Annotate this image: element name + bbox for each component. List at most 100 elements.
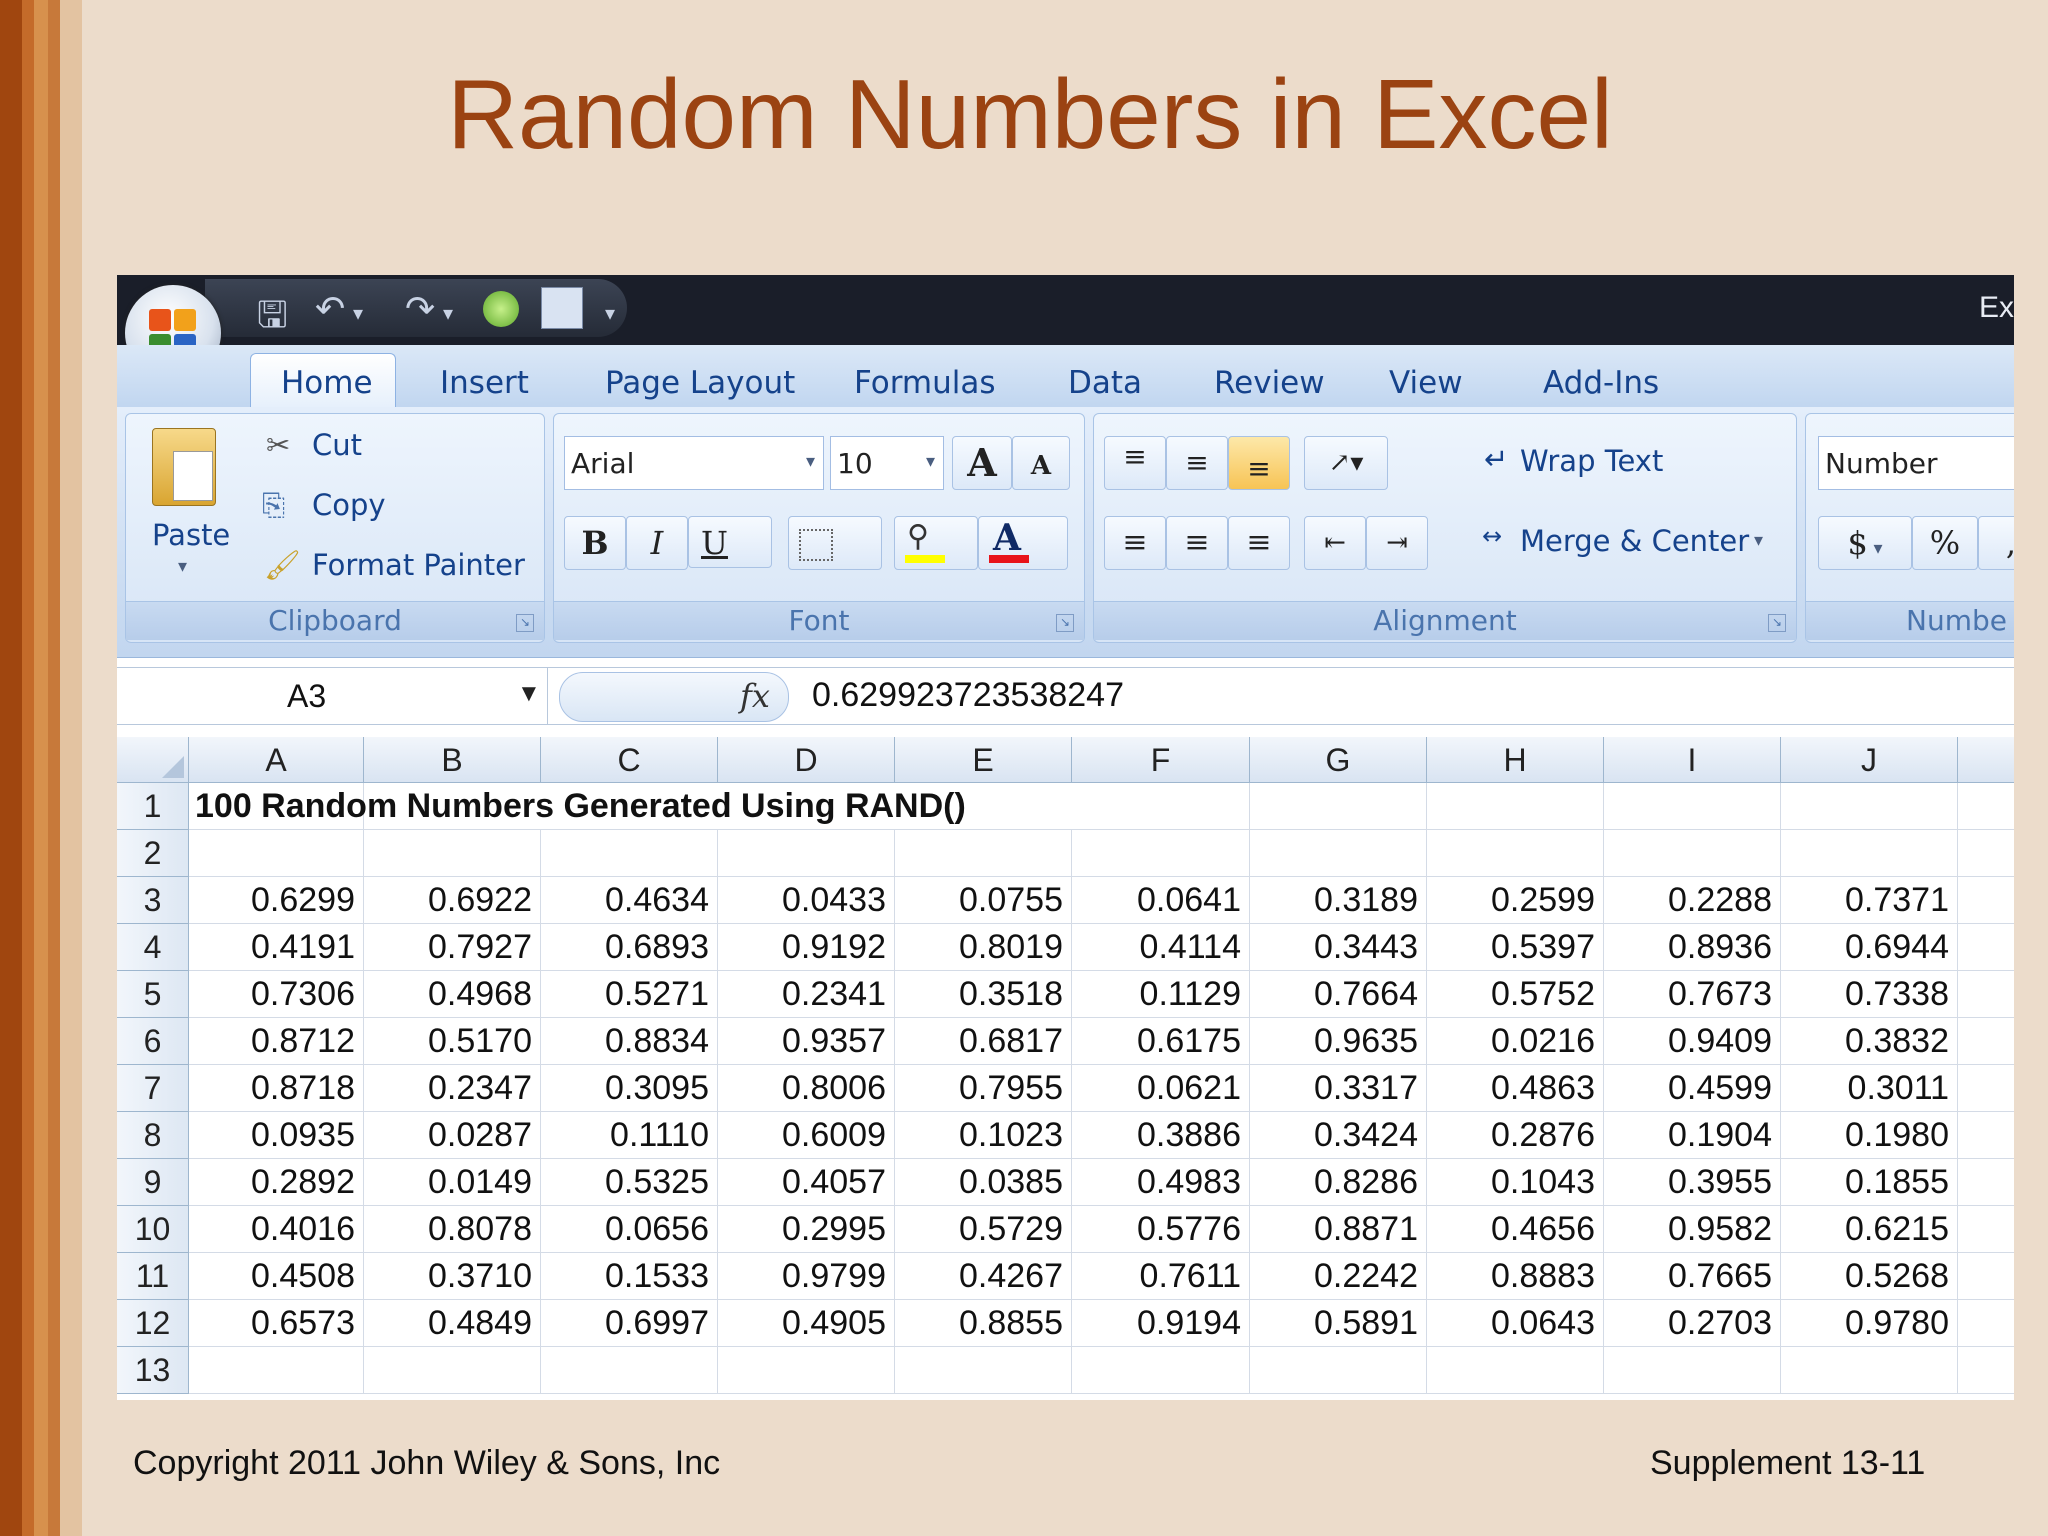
cell[interactable]	[1781, 783, 1958, 830]
column-header-a[interactable]: A	[189, 737, 364, 783]
column-header-h[interactable]: H	[1427, 737, 1604, 783]
cell[interactable]: 0.0656	[541, 1206, 718, 1253]
cell[interactable]	[1958, 1065, 2014, 1112]
cell[interactable]	[1604, 830, 1781, 877]
cell[interactable]: 0.6817	[895, 1018, 1072, 1065]
form-icon[interactable]	[541, 287, 583, 329]
shrink-font-button[interactable]: A	[1012, 436, 1070, 490]
cell[interactable]: 0.1855	[1781, 1159, 1958, 1206]
cell[interactable]	[718, 830, 895, 877]
cell[interactable]	[1781, 1347, 1958, 1394]
cell[interactable]: 0.8712	[189, 1018, 364, 1065]
save-icon[interactable]: 🖫	[257, 289, 288, 350]
cell[interactable]: 0.3095	[541, 1065, 718, 1112]
cell[interactable]: 0.2347	[364, 1065, 541, 1112]
cell[interactable]	[541, 1347, 718, 1394]
cell[interactable]: 0.8718	[189, 1065, 364, 1112]
cell[interactable]: 0.6997	[541, 1300, 718, 1347]
cell[interactable]: 0.6215	[1781, 1206, 1958, 1253]
cell[interactable]: 0.0935	[189, 1112, 364, 1159]
font-launcher-icon[interactable]: ↘	[1056, 614, 1074, 632]
column-header-next[interactable]	[1958, 737, 2014, 783]
cell[interactable]: 0.2242	[1250, 1253, 1427, 1300]
cell[interactable]: 0.2892	[189, 1159, 364, 1206]
cell[interactable]: 0.3518	[895, 971, 1072, 1018]
align-bottom-button[interactable]: ≡	[1228, 436, 1290, 490]
cell[interactable]	[1958, 783, 2014, 830]
cell[interactable]: 0.3886	[1072, 1112, 1250, 1159]
cell[interactable]: 0.8834	[541, 1018, 718, 1065]
cell[interactable]: 0.6299	[189, 877, 364, 924]
tab-home[interactable]: Home	[281, 365, 373, 401]
italic-button[interactable]: I	[626, 516, 688, 570]
cell[interactable]	[1958, 830, 2014, 877]
alignment-launcher-icon[interactable]: ↘	[1768, 614, 1786, 632]
cell[interactable]	[1958, 877, 2014, 924]
cell[interactable]: 0.4968	[364, 971, 541, 1018]
cell[interactable]: 0.4863	[1427, 1065, 1604, 1112]
cell[interactable]: 0.6175	[1072, 1018, 1250, 1065]
cell[interactable]	[1958, 1018, 2014, 1065]
row-header-4[interactable]: 4	[117, 924, 189, 971]
cell[interactable]: 0.0433	[718, 877, 895, 924]
row-header-10[interactable]: 10	[117, 1206, 189, 1253]
cell[interactable]: 0.8871	[1250, 1206, 1427, 1253]
cell[interactable]: 0.0641	[1072, 877, 1250, 924]
cell[interactable]: 0.0149	[364, 1159, 541, 1206]
customize-toolbar-icon[interactable]: ▾	[605, 301, 615, 325]
redo-dropdown-icon[interactable]: ▾	[443, 301, 453, 325]
cell[interactable]	[189, 1347, 364, 1394]
align-center-button[interactable]: ≡	[1166, 516, 1228, 570]
cell[interactable]: 0.7665	[1604, 1253, 1781, 1300]
cell[interactable]: 0.9192	[718, 924, 895, 971]
row-header-11[interactable]: 11	[117, 1253, 189, 1300]
cell[interactable]: 0.2703	[1604, 1300, 1781, 1347]
column-header-g[interactable]: G	[1250, 737, 1427, 783]
tab-review[interactable]: Review	[1214, 365, 1325, 401]
cell[interactable]: 0.5776	[1072, 1206, 1250, 1253]
cell[interactable]	[1958, 1253, 2014, 1300]
cell[interactable]: 0.5729	[895, 1206, 1072, 1253]
clipboard-launcher-icon[interactable]: ↘	[516, 614, 534, 632]
bold-button[interactable]: B	[564, 516, 626, 570]
cell[interactable]	[1958, 1300, 2014, 1347]
cell[interactable]	[895, 830, 1072, 877]
cell[interactable]: 0.0621	[1072, 1065, 1250, 1112]
cell[interactable]	[1427, 783, 1604, 830]
increase-indent-button[interactable]: ⇥	[1366, 516, 1428, 570]
tab-insert[interactable]: Insert	[440, 365, 529, 401]
cell[interactable]: 0.4267	[895, 1253, 1072, 1300]
currency-button[interactable]: $ ▾	[1818, 516, 1912, 570]
currency-dropdown-icon[interactable]: ▾	[1868, 538, 1883, 559]
cell[interactable]	[895, 1347, 1072, 1394]
cell[interactable]	[1250, 830, 1427, 877]
cell[interactable]: 0.1129	[1072, 971, 1250, 1018]
cell[interactable]: 0.6944	[1781, 924, 1958, 971]
cell[interactable]	[1250, 783, 1427, 830]
borders-button[interactable]	[788, 516, 882, 570]
cell[interactable]: 0.3424	[1250, 1112, 1427, 1159]
align-middle-button[interactable]: ≡	[1166, 436, 1228, 490]
cell[interactable]: 0.7611	[1072, 1253, 1250, 1300]
align-right-button[interactable]: ≡	[1228, 516, 1290, 570]
name-box[interactable]: A3 ▼	[117, 668, 548, 724]
cell[interactable]: 0.0287	[364, 1112, 541, 1159]
cell[interactable]	[1958, 971, 2014, 1018]
tab-data[interactable]: Data	[1068, 365, 1142, 401]
cell[interactable]: 0.1023	[895, 1112, 1072, 1159]
cell[interactable]	[364, 1347, 541, 1394]
tab-view[interactable]: View	[1389, 365, 1463, 401]
cell[interactable]: 0.6922	[364, 877, 541, 924]
cell[interactable]	[1072, 1347, 1250, 1394]
cell[interactable]: 0.0643	[1427, 1300, 1604, 1347]
cell[interactable]: 0.4191	[189, 924, 364, 971]
font-size-select[interactable]: 10 ▾	[830, 436, 944, 490]
row-header-2[interactable]: 2	[117, 830, 189, 877]
cell[interactable]	[1072, 783, 1250, 830]
font-size-dropdown-icon[interactable]: ▾	[926, 451, 935, 472]
formula-input[interactable]: 0.629923723538247	[812, 676, 1124, 715]
cell[interactable]: 0.5271	[541, 971, 718, 1018]
cell[interactable]: 0.5170	[364, 1018, 541, 1065]
merge-center-dropdown-icon[interactable]: ▾	[1754, 530, 1763, 551]
cell[interactable]	[1958, 1159, 2014, 1206]
